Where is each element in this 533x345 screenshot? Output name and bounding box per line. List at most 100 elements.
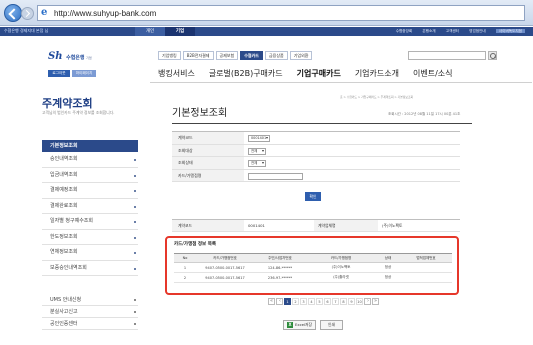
sidebar-item-ums[interactable]: UMS 안내신청 <box>42 294 138 306</box>
contract-code-cell: 0001401 <box>244 132 460 144</box>
search-icon[interactable] <box>488 51 497 60</box>
cell-legal-number <box>400 272 452 283</box>
link-suhyup-central[interactable]: 수협중앙회 <box>396 29 413 33</box>
page-6[interactable]: 6 <box>324 298 331 305</box>
page-10[interactable]: 10 <box>356 298 363 305</box>
page-8[interactable]: 8 <box>340 298 347 305</box>
page-5[interactable]: 5 <box>316 298 323 305</box>
info-contract-label: 계약코드 <box>172 220 244 231</box>
sidebar-item-certificate-center[interactable]: 공인인증센터 <box>42 318 138 330</box>
search-form: 계약코드 0001401 조회대상 전체 조회상태 전체 카드/가맹점명 <box>172 131 460 182</box>
browser-window: e http://www.suhyup-bank.com 수협은행 경제지대 본… <box>0 0 533 345</box>
topmenu-financial-products[interactable]: 금융상품 <box>264 51 288 60</box>
target-label: 조회대상 <box>172 144 244 156</box>
sidebar-item-daily-billing[interactable]: 일자별 청구예수조회 <box>42 214 138 230</box>
excel-save-button[interactable]: X Excel저장 <box>283 320 316 330</box>
nav-divider <box>150 82 532 83</box>
search-input[interactable] <box>408 51 486 60</box>
forward-arrow-icon[interactable] <box>21 7 34 20</box>
logo-suffix: 기업 <box>86 56 92 60</box>
form-row-card: 카드/가맹점명 <box>172 169 460 182</box>
form-row-target: 조회대상 전체 <box>172 144 460 157</box>
page-3[interactable]: 3 <box>300 298 307 305</box>
page-title: 기본정보조회 <box>172 108 228 119</box>
sidebar-item-approvals[interactable]: 승인내역조회 <box>42 152 138 168</box>
col-legal-number: 법적업체번호 <box>400 253 452 263</box>
table-row[interactable]: 2 9407-0500-0017-5617 236-97-****** (주)홀… <box>174 272 452 283</box>
page-7[interactable]: 7 <box>332 298 339 305</box>
info-company-value: (주)이노팩토 <box>382 223 403 228</box>
sidebar-item-loss-report[interactable]: 분실사고신고 <box>42 306 138 318</box>
page-4[interactable]: 4 <box>308 298 315 305</box>
contract-code-label: 계약코드 <box>172 132 244 144</box>
topmenu-foreign-exchange[interactable]: 기업외환 <box>289 51 313 60</box>
page-2[interactable]: 2 <box>292 298 299 305</box>
site-top-strip: 수협은행 경제지대 본점 님 개인 기업 수협중앙회 은행소개 고객센터 영업점… <box>0 27 533 36</box>
status-select[interactable]: 전체 <box>248 160 266 167</box>
sidebar-item-deposits[interactable]: 입금내역조회 <box>42 168 138 183</box>
last-page-icon[interactable] <box>372 298 379 305</box>
target-cell: 전체 <box>244 145 460 157</box>
topmenu-corporate-banking[interactable]: 기업뱅킹 <box>158 51 181 60</box>
back-arrow-icon[interactable] <box>4 4 22 22</box>
logo-bank-name: 수협은행 <box>66 55 85 61</box>
address-bar[interactable]: e http://www.suhyup-bank.com <box>37 5 525 21</box>
main-navigation: 뱅킹서비스 글로벌(B2B)구매카드 기업구매카드 기업카드소개 이벤트/소식 <box>158 68 466 80</box>
form-row-contract: 계약코드 0001401 <box>172 132 460 145</box>
next-page-icon[interactable] <box>364 298 371 305</box>
col-status: 상태 <box>376 253 400 263</box>
pagination: 1 2 3 4 5 6 7 8 9 10 <box>268 298 380 305</box>
gnb-events-news[interactable]: 이벤트/소식 <box>413 68 453 80</box>
page-9[interactable]: 9 <box>348 298 355 305</box>
tab-personal[interactable]: 개인 <box>135 27 165 36</box>
contract-info-row: 계약코드 0001401 계약업체명 (주)이노팩토 <box>172 219 460 232</box>
gnb-global-purchase-card[interactable]: 글로벌(B2B)구매카드 <box>209 68 283 80</box>
card-name-input[interactable] <box>248 172 303 180</box>
col-card-number: 카드/가맹점번호 <box>196 253 254 263</box>
target-select[interactable]: 전체 <box>248 147 266 155</box>
card-list-table: No 카드/가맹점번호 주민/사업자번호 카드/가맹점명 상태 법적업체번호 1… <box>174 253 452 283</box>
contract-code-select[interactable]: 0001401 <box>248 135 270 142</box>
link-customer-center[interactable]: 고객센터 <box>446 29 459 33</box>
col-card-name: 카드/가맹점명 <box>306 253 376 263</box>
logout-button[interactable]: 로그아웃 <box>48 70 70 77</box>
gnb-corporate-purchase-card[interactable]: 기업구매카드 <box>297 68 341 80</box>
query-button[interactable]: 확인 <box>305 192 321 201</box>
first-page-icon[interactable] <box>268 298 275 305</box>
sidebar-item-limit-info[interactable]: 한도정보조회 <box>42 230 138 245</box>
sidebar-item-completed-payments[interactable]: 결제완료조회 <box>42 199 138 214</box>
bank-logo[interactable]: Sh 수협은행 기업 <box>48 52 92 62</box>
ie-logo-icon: e <box>41 7 48 18</box>
link-branch-guide[interactable]: 영업점안내 <box>469 29 486 33</box>
sidebar-item-scheduled-payments[interactable]: 결제예정조회 <box>42 183 138 199</box>
topmenu-suhyup-card[interactable]: 수협카드 <box>240 51 263 60</box>
cell-legal-number <box>400 262 452 273</box>
sidebar-title: 주계약조회 <box>42 97 93 110</box>
table-row[interactable]: 1 9407-0500-0017-5617 124-86-****** (주)이… <box>174 262 452 273</box>
topmenu-b2b-payment[interactable]: B2B전자결제 <box>182 51 214 60</box>
print-button[interactable]: 인쇄 <box>320 320 343 330</box>
cell-id-number: 124-86-****** <box>254 262 306 273</box>
sidebar-item-guarantee-approvals[interactable]: 보증승인내역조회 <box>42 261 138 276</box>
excel-icon: X <box>287 322 293 328</box>
mypage-button[interactable]: 마이페이지 <box>72 70 96 77</box>
sidebar-item-basic-info[interactable]: 기본정보조회 <box>42 140 138 152</box>
card-list-title: 카드/가맹점 정보 목록 <box>174 242 217 247</box>
cell-id-number: 236-97-****** <box>254 272 306 283</box>
browser-toolbar: e http://www.suhyup-bank.com <box>0 0 533 26</box>
gnb-banking-service[interactable]: 뱅킹서비스 <box>158 68 195 80</box>
prev-page-icon[interactable] <box>276 298 283 305</box>
page-1[interactable]: 1 <box>284 298 291 305</box>
link-bank-intro[interactable]: 은행소개 <box>422 29 435 33</box>
cell-no: 2 <box>174 272 196 283</box>
col-no: No <box>174 253 196 263</box>
tab-corporate[interactable]: 기업 <box>165 27 195 36</box>
topmenu-insurance[interactable]: 공제보험 <box>215 51 239 60</box>
link-cyber-dokdo[interactable]: 사이버독도지점 <box>495 29 525 33</box>
utility-links: 수협중앙회 은행소개 고객센터 영업점안내 사이버독도지점 <box>387 27 525 36</box>
sidebar-item-overdue-info[interactable]: 연체정보조회 <box>42 245 138 261</box>
address-url[interactable]: http://www.suhyup-bank.com <box>54 8 156 19</box>
gnb-corporate-card-intro[interactable]: 기업카드소개 <box>355 68 399 80</box>
cell-no: 1 <box>174 262 196 273</box>
cell-status: 정상 <box>376 262 400 273</box>
